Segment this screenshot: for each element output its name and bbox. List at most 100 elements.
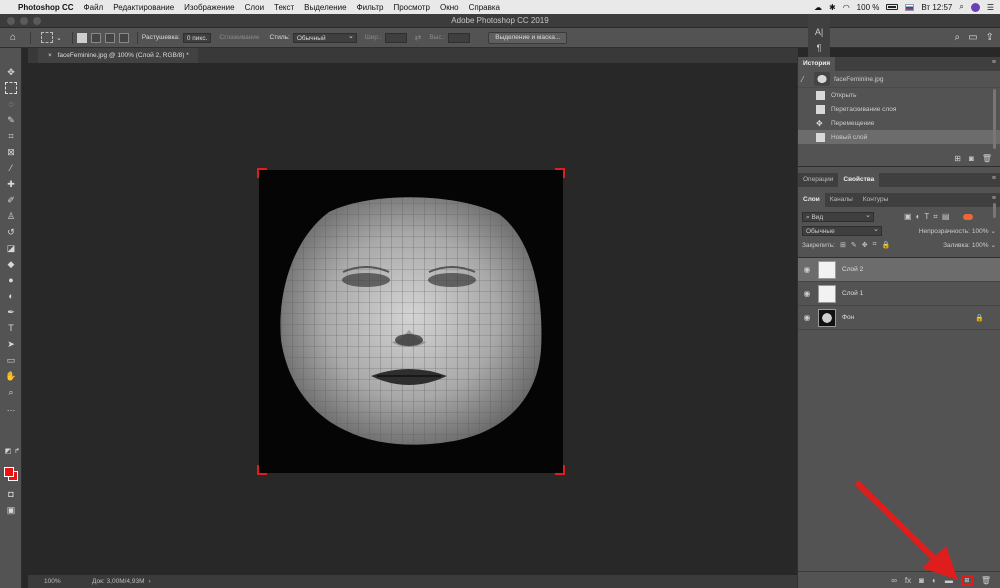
panel-menu-icon[interactable]: ≡ [992,195,996,202]
crop-handle-bottom-left[interactable] [257,465,267,475]
layer-filter-toggle[interactable] [963,214,974,220]
layer-row-selected[interactable]: ◉ Слой 2 [798,258,1000,282]
add-to-selection-icon[interactable] [90,32,101,43]
swap-colors-icon[interactable]: ↱ [11,446,23,458]
history-brush-tool-icon[interactable]: ↺ [5,226,17,238]
visibility-eye-icon[interactable]: ◉ [798,289,816,298]
panel-menu-icon[interactable]: ≡ [992,59,996,66]
pixel-layer-filter-icon[interactable]: ▣ [904,212,912,222]
type-layer-filter-icon[interactable]: T [924,212,929,222]
shape-layer-filter-icon[interactable]: ⌗ [933,212,938,222]
swap-width-height-icon[interactable]: ⇄ [415,33,422,42]
pen-tool-icon[interactable]: ✒ [5,306,17,318]
user-avatar[interactable] [970,2,980,12]
menu-file[interactable]: Файл [84,3,104,12]
camera-icon[interactable]: ◙ [969,154,974,163]
share-icon[interactable]: ⇪ [986,32,994,43]
chevron-right-icon[interactable]: › [148,578,150,585]
smart-object-filter-icon[interactable]: ▤ [942,212,950,222]
tab-history[interactable]: История [798,57,836,71]
tab-operations[interactable]: Операции [798,173,838,187]
panel-menu-icon[interactable]: ≡ [992,175,996,182]
type-tool-icon[interactable]: T [5,322,17,334]
paragraph-panel-icon[interactable]: ¶ [808,40,830,56]
visibility-eye-icon[interactable]: ◉ [798,313,816,322]
battery-icon[interactable] [886,4,899,10]
zoom-window-button[interactable] [33,17,41,25]
subtract-from-selection-icon[interactable] [104,32,115,43]
panels-scrollbar[interactable] [993,203,996,218]
rectangle-tool-icon[interactable]: ▭ [5,354,17,366]
rectangular-marquee-tool-icon[interactable] [5,82,17,94]
workspace-icon[interactable]: ▭ [968,32,977,43]
chevron-down-icon[interactable]: ⌄ [991,241,996,249]
more-tools-icon[interactable]: … [5,402,17,414]
antialias-checkbox[interactable]: Сглаживание [219,34,259,41]
crop-handle-bottom-right[interactable] [555,465,565,475]
quick-selection-tool-icon[interactable]: ✎ [5,114,17,126]
trash-icon[interactable]: 🗑 [982,154,992,163]
lock-icon[interactable]: 🔒 [975,314,984,322]
healing-brush-tool-icon[interactable]: ✚ [5,178,17,190]
menu-window[interactable]: Окно [440,3,459,12]
new-document-from-state-icon[interactable]: ⊞ [954,154,961,163]
intersect-selection-icon[interactable] [118,32,129,43]
chevron-down-icon[interactable]: ⌄ [991,227,996,235]
history-item[interactable]: Открыть [798,88,1000,102]
blur-tool-icon[interactable]: ● [5,274,17,286]
notification-center-icon[interactable]: ☰ [987,3,994,12]
zoom-level[interactable]: 100% [28,578,68,585]
brush-tool-icon[interactable]: ✐ [5,194,17,206]
character-panel-icon[interactable]: A| [808,24,830,40]
search-icon[interactable]: ⌕ [955,32,961,43]
lock-image-pixels-icon[interactable]: ✎ [851,241,857,249]
eyedropper-tool-icon[interactable]: ⁄ [5,162,17,174]
foreground-color-swatch[interactable] [4,467,14,477]
layer-filter-select[interactable]: ⌕ Вид [802,211,874,222]
screen-mode-icon[interactable]: ▣ [5,504,17,516]
lock-transparent-pixels-icon[interactable]: ⊞ [840,241,846,249]
dodge-tool-icon[interactable]: ◐ [5,290,17,302]
tab-layers[interactable]: Слои [798,193,825,207]
hand-tool-icon[interactable]: ✋ [5,370,17,382]
home-icon[interactable]: ⌂ [0,28,26,48]
visibility-eye-icon[interactable]: ◉ [798,265,816,274]
new-selection-icon[interactable] [76,32,87,43]
select-and-mask-button[interactable]: Выделение и маска... [488,31,568,44]
move-tool-icon[interactable]: ✥ [5,66,17,78]
clone-stamp-tool-icon[interactable]: ♙ [5,210,17,222]
document-image[interactable] [257,168,565,475]
close-window-button[interactable] [7,17,15,25]
lasso-tool-icon[interactable]: ◌ [5,98,17,110]
spotlight-icon[interactable]: ⌕ [959,2,963,12]
clock[interactable]: Вт 12:57 [921,3,952,12]
layer-row[interactable]: ◉ Слой 1 [798,282,1000,306]
tab-properties[interactable]: Свойства [838,173,880,187]
trash-icon[interactable]: 🗑 [981,576,991,585]
menu-select[interactable]: Выделение [304,3,346,12]
document-size-info[interactable]: Док: 3,00M/4,93M [68,578,144,585]
width-input[interactable] [384,32,407,43]
layer-row[interactable]: ◉ Фон 🔒 [798,306,1000,330]
lock-artboard-icon[interactable]: ⌗ [873,241,877,249]
height-input[interactable] [448,32,471,43]
path-selection-tool-icon[interactable]: ➤ [5,338,17,350]
history-item[interactable]: ✥ Перемещение [798,116,1000,130]
input-source-flag-icon[interactable] [905,3,915,11]
adjustment-layer-filter-icon[interactable]: ◐ [916,212,921,222]
marquee-tool-preset-icon[interactable] [41,32,53,43]
history-brush-source-icon[interactable]: ⁄ [802,75,812,84]
minimize-window-button[interactable] [20,17,28,25]
chevron-down-icon[interactable]: ⌄ [56,34,62,42]
feather-input[interactable]: 0 пикс. [182,32,212,43]
paint-bucket-tool-icon[interactable]: ◆ [5,258,17,270]
crop-handle-top-right[interactable] [555,168,565,178]
tab-channels[interactable]: Каналы [825,193,858,207]
creative-cloud-icon[interactable]: ☁ [814,3,822,12]
menu-type[interactable]: Текст [274,3,294,12]
canvas-area[interactable] [28,63,798,575]
lock-position-icon[interactable]: ✥ [862,241,868,249]
crop-tool-icon[interactable]: ⌗ [5,130,17,142]
blend-mode-select[interactable]: Обычные [802,225,882,236]
history-snapshot[interactable]: ⁄ faceFeminine.jpg [798,71,1000,88]
